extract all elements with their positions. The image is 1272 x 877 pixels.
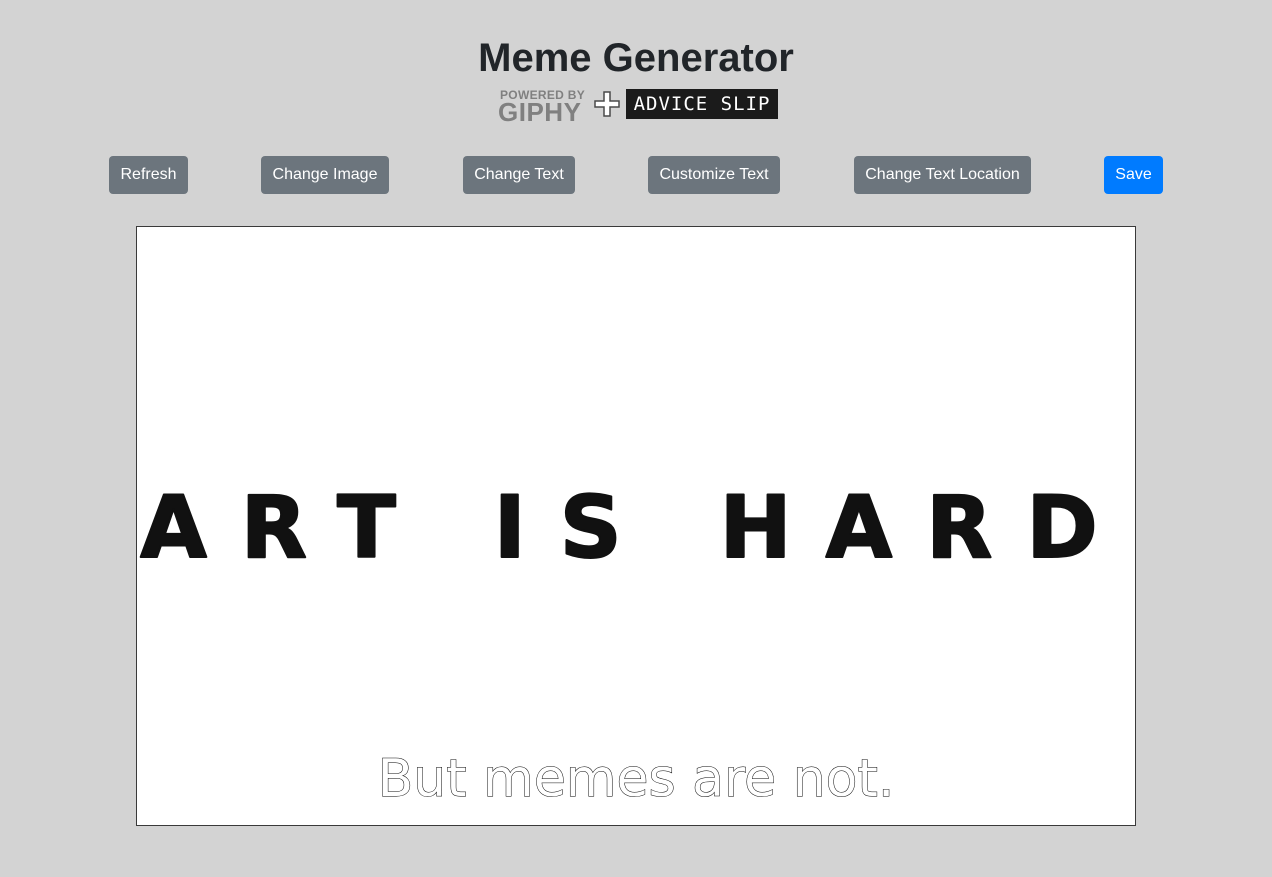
change-image-button[interactable]: Change Image — [261, 156, 389, 194]
customize-text-button[interactable]: Customize Text — [648, 156, 780, 194]
meme-image-text: ART IS HARD — [140, 478, 1132, 577]
save-button[interactable]: Save — [1104, 156, 1163, 194]
meme-caption[interactable]: But memes are not. — [137, 747, 1135, 811]
change-text-button[interactable]: Change Text — [463, 156, 575, 194]
page: Meme Generator POWERED BY GIPHY ADVICE S… — [0, 0, 1272, 877]
giphy-wordmark: GIPHY — [498, 97, 582, 127]
meme-canvas: ART IS HARD But memes are not. — [136, 226, 1136, 826]
page-title: Meme Generator — [478, 36, 794, 80]
advice-slip-logo: ADVICE SLIP — [626, 89, 778, 119]
refresh-button[interactable]: Refresh — [109, 156, 188, 194]
meme-image: ART IS HARD — [139, 477, 1132, 577]
change-text-location-button[interactable]: Change Text Location — [854, 156, 1031, 194]
plus-icon — [594, 91, 620, 117]
giphy-logo: POWERED BY GIPHY — [498, 88, 592, 127]
attribution-logos: POWERED BY GIPHY ADVICE SLIP — [498, 88, 780, 127]
